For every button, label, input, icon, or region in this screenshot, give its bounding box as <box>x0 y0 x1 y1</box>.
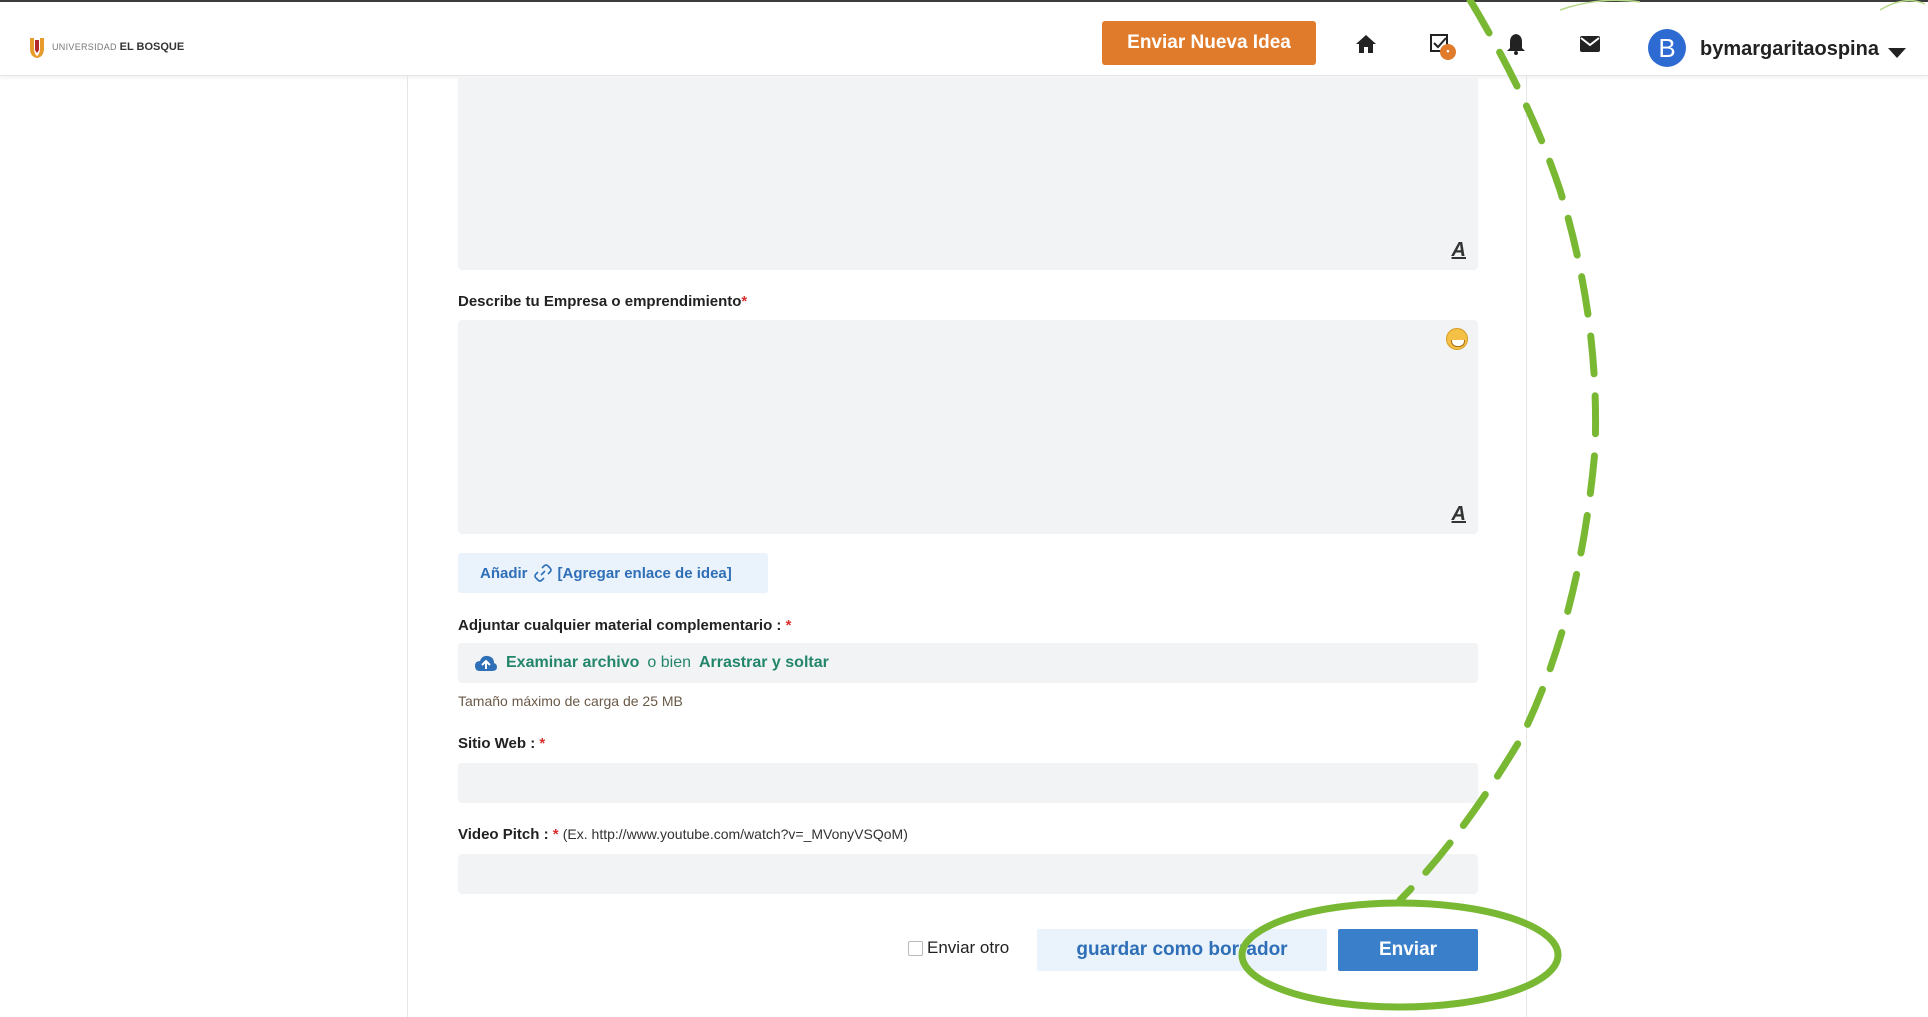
text-format-icon[interactable]: A <box>1452 503 1466 526</box>
chevron-down-icon[interactable] <box>1888 48 1906 58</box>
bell-icon[interactable] <box>1502 30 1530 58</box>
tasks-badge: • <box>1440 44 1456 60</box>
file-upload-dropzone[interactable]: Examinar archivo o bien Arrastrar y solt… <box>458 643 1478 683</box>
website-label: Sitio Web : * <box>458 735 546 752</box>
username[interactable]: bymargaritaospina <box>1700 38 1879 61</box>
mail-icon[interactable] <box>1576 30 1604 58</box>
link-icon <box>533 564 552 582</box>
logo-text: UNIVERSIDAD EL BOSQUE <box>52 41 185 53</box>
browse-file-link[interactable]: Examinar archivo <box>506 654 639 672</box>
avatar[interactable]: B <box>1648 29 1686 67</box>
business-label: Describe tu Empresa o emprendimiento* <box>458 293 748 310</box>
description-textarea[interactable]: A <box>458 78 1478 270</box>
video-pitch-label: Video Pitch : * (Ex. http://www.youtube.… <box>458 826 908 843</box>
attachment-label: Adjuntar cualquier material complementar… <box>458 617 792 634</box>
send-new-idea-button[interactable]: Enviar Nueva Idea <box>1102 21 1316 65</box>
business-textarea[interactable]: A <box>458 320 1478 534</box>
tasks-icon[interactable]: • <box>1426 30 1456 60</box>
send-another-option[interactable]: Enviar otro <box>908 938 1009 958</box>
add-link-prefix: Añadir <box>480 564 528 582</box>
emoji-icon[interactable] <box>1446 328 1468 350</box>
add-link-text: [Agregar enlace de idea] <box>557 564 732 582</box>
top-navbar: UNIVERSIDAD EL BOSQUE Enviar Nueva Idea … <box>0 8 1928 76</box>
submit-button[interactable]: Enviar <box>1338 929 1478 971</box>
top-border <box>0 0 1928 6</box>
university-logo[interactable]: UNIVERSIDAD EL BOSQUE <box>28 36 184 58</box>
video-pitch-input[interactable] <box>458 854 1478 894</box>
add-idea-link-button[interactable]: Añadir [Agregar enlace de idea] <box>458 553 768 593</box>
logo-mark-icon <box>28 36 46 58</box>
text-format-icon[interactable]: A <box>1452 239 1466 262</box>
send-another-label: Enviar otro <box>927 938 1010 957</box>
drag-drop-text: Arrastrar y soltar <box>699 654 829 671</box>
send-another-checkbox[interactable] <box>908 940 923 956</box>
home-icon[interactable] <box>1352 30 1380 58</box>
cloud-upload-icon <box>475 655 497 671</box>
website-input[interactable] <box>458 763 1478 803</box>
save-draft-button[interactable]: guardar como borrador <box>1037 929 1327 971</box>
upload-or-text: o bien <box>647 654 691 671</box>
max-size-note: Tamaño máximo de carga de 25 MB <box>458 693 683 709</box>
